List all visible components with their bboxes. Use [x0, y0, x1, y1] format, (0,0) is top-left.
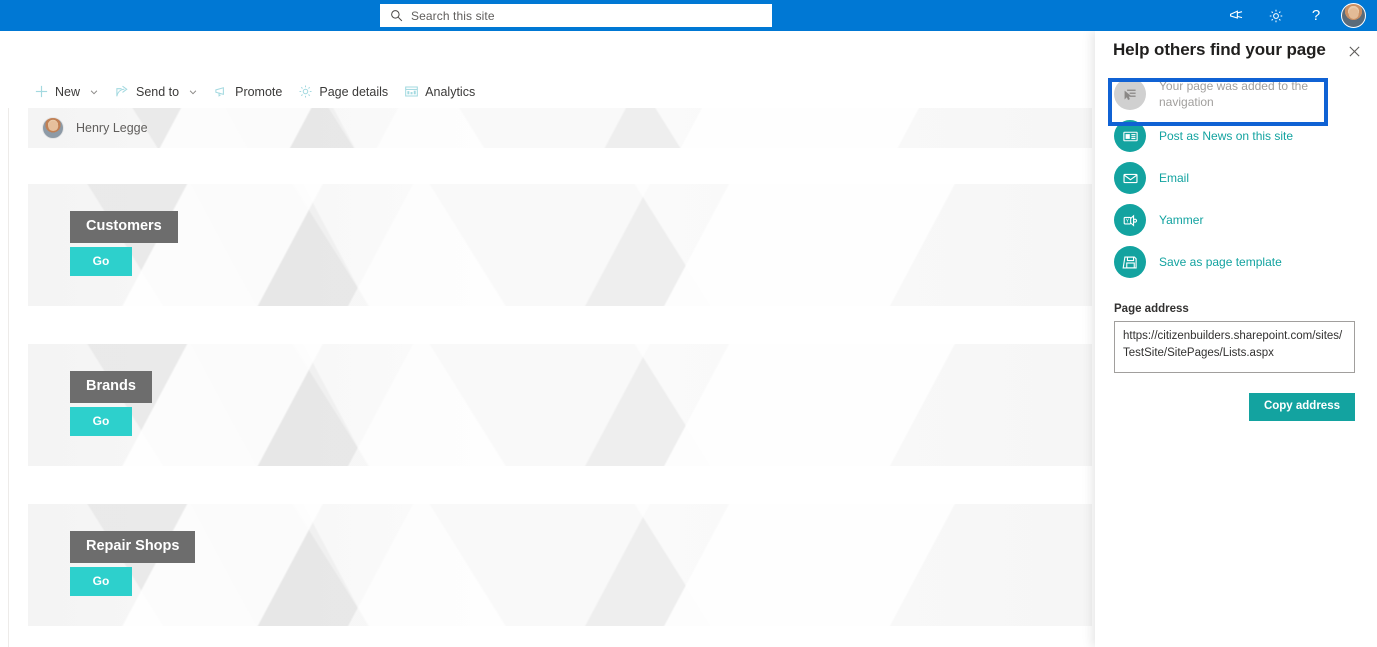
panel-item-yammer[interactable]: Y Yammer: [1095, 199, 1377, 241]
hero-card-go-button[interactable]: Go: [70, 406, 132, 436]
hero-card[interactable]: Repair Shops Go: [28, 504, 1092, 626]
hero-card-title: Brands: [70, 371, 152, 403]
suite-bar: Search this site ?: [0, 0, 1377, 31]
panel-item-label: Post as News on this site: [1159, 128, 1294, 143]
gear-icon[interactable]: [1256, 0, 1296, 31]
help-others-find-your-page-panel: Help others find your page Your page was…: [1095, 31, 1377, 647]
search-input[interactable]: Search this site: [380, 4, 772, 27]
panel-title: Help others find your page: [1113, 40, 1326, 59]
panel-item-label: Your page was added to the navigation: [1159, 78, 1309, 109]
plus-icon: [35, 85, 48, 98]
close-icon[interactable]: [1345, 42, 1363, 60]
user-avatar[interactable]: [1341, 3, 1366, 28]
page-byline: Henry Legge: [28, 108, 1092, 148]
panel-item-email[interactable]: Email: [1095, 157, 1377, 199]
megaphone-icon[interactable]: [1216, 0, 1256, 31]
analytics-icon: [405, 86, 418, 97]
analytics-label: Analytics: [425, 84, 476, 99]
command-bar: New Send to Promote Page details Analyti…: [0, 75, 1092, 108]
analytics-button[interactable]: Analytics: [396, 75, 483, 108]
hero-card-go-button[interactable]: Go: [70, 246, 132, 276]
suite-actions: ?: [1216, 0, 1369, 31]
author-name: Henry Legge: [76, 121, 148, 135]
panel-header: Help others find your page: [1095, 31, 1377, 69]
search-placeholder: Search this site: [411, 8, 495, 23]
panel-item-label: Email: [1159, 170, 1190, 185]
panel-item-post-as-news[interactable]: Post as News on this site: [1095, 115, 1377, 157]
save-icon: [1114, 246, 1146, 278]
hero-card[interactable]: Customers Go: [28, 184, 1092, 306]
page-address-block: Page address https://citizenbuilders.sha…: [1095, 283, 1377, 421]
yammer-icon: Y: [1114, 204, 1146, 236]
panel-item-added-to-navigation[interactable]: Your page was added to the navigation: [1095, 73, 1377, 115]
navigation-added-icon: [1114, 78, 1146, 110]
promote-megaphone-icon: [215, 87, 224, 97]
email-icon: [1114, 162, 1146, 194]
panel-item-label: Save as page template: [1159, 254, 1282, 269]
page-canvas: Henry Legge Customers Go Brands Go Repai…: [9, 108, 1092, 647]
panel-item-save-as-page-template[interactable]: Save as page template: [1095, 241, 1377, 283]
send-to-button[interactable]: Send to: [107, 75, 206, 108]
promote-label: Promote: [235, 84, 283, 99]
gear-icon: [299, 85, 312, 98]
site-header: [0, 31, 1092, 75]
author-avatar: [42, 117, 64, 139]
send-to-icon: [116, 85, 128, 97]
page-details-button[interactable]: Page details: [290, 75, 396, 108]
svg-text:Y: Y: [1125, 218, 1129, 224]
hero-card-title: Repair Shops: [70, 531, 196, 563]
page-address-label: Page address: [1114, 303, 1189, 315]
chevron-down-icon: [90, 89, 98, 94]
panel-actions-list: Your page was added to the navigation Po…: [1095, 73, 1377, 283]
page-details-label: Page details: [319, 84, 389, 99]
help-icon[interactable]: ?: [1296, 0, 1336, 31]
panel-item-label: Yammer: [1159, 212, 1204, 227]
chevron-down-icon: [189, 89, 197, 94]
page-address-input[interactable]: https://citizenbuilders.sharepoint.com/s…: [1114, 321, 1355, 373]
promote-button[interactable]: Promote: [206, 75, 290, 108]
hero-card-go-button[interactable]: Go: [70, 566, 132, 596]
news-icon: [1114, 120, 1146, 152]
search-icon: [391, 10, 403, 22]
hero-card[interactable]: Brands Go: [28, 344, 1092, 466]
new-label: New: [55, 84, 81, 99]
send-to-label: Send to: [136, 84, 180, 99]
hero-card-title: Customers: [70, 211, 178, 243]
copy-address-button[interactable]: Copy address: [1248, 393, 1355, 421]
new-button[interactable]: New: [26, 75, 107, 108]
